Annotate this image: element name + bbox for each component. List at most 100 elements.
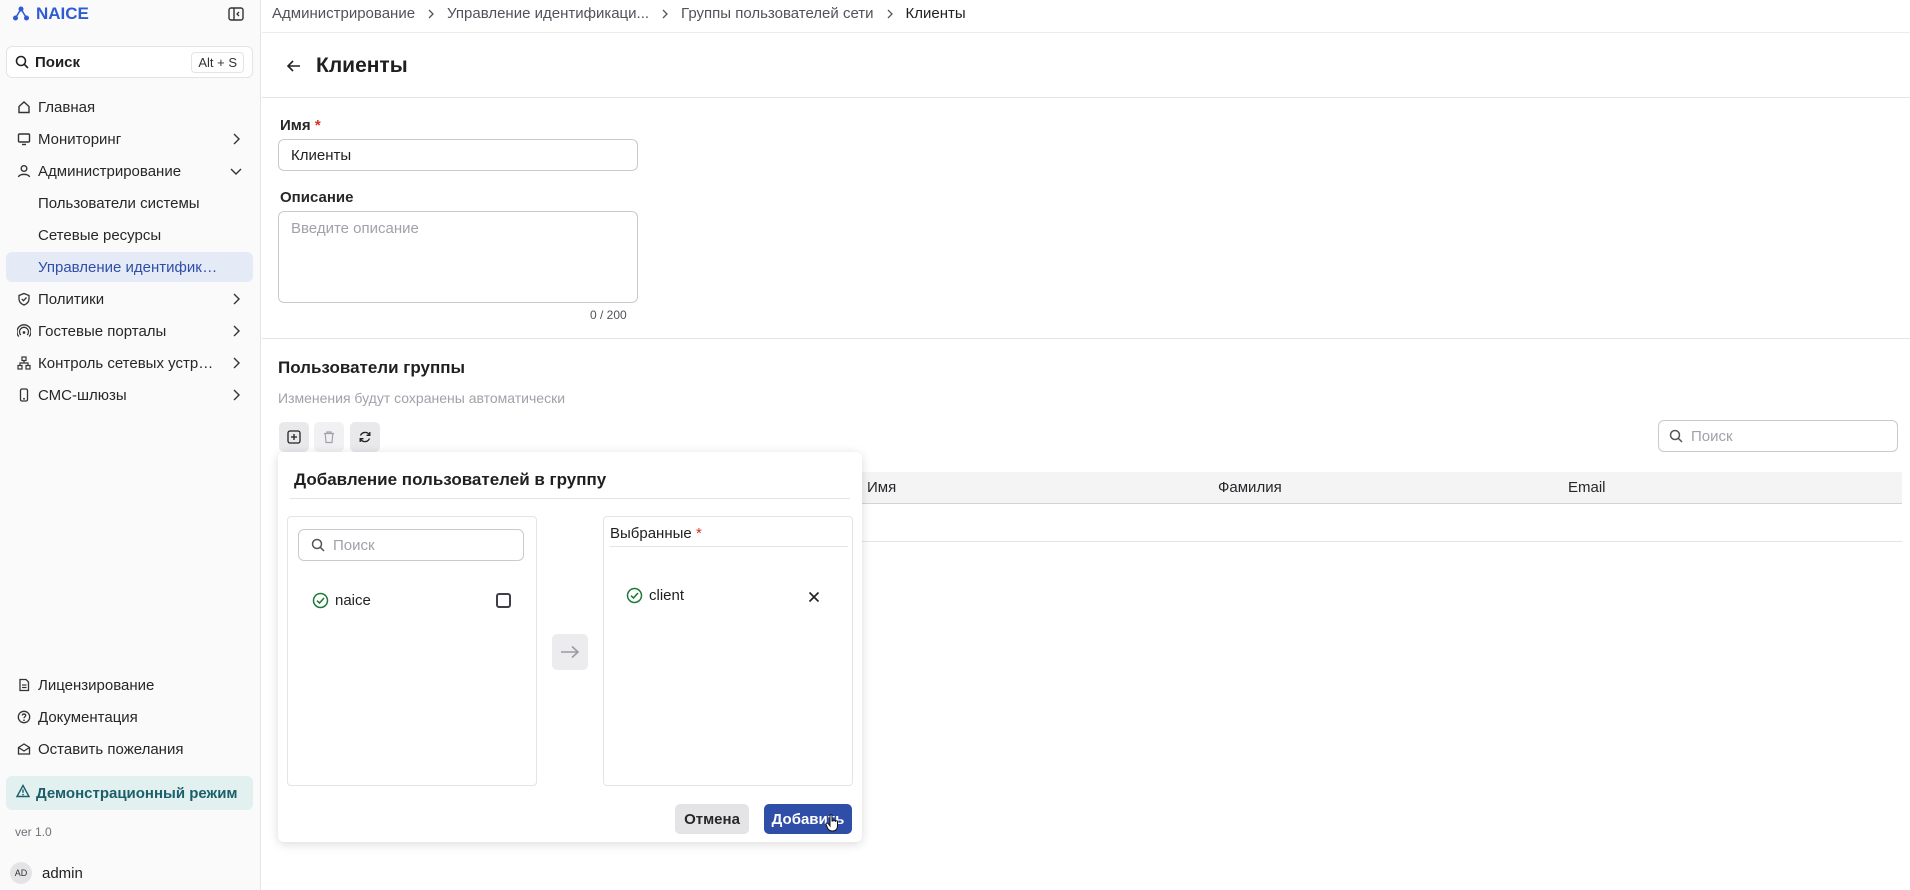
dialog-title: Добавление пользователей в группу [294,470,607,489]
sidebar-item-label: СМС-шлюзы [38,386,127,404]
cancel-button[interactable]: Отмена [675,804,749,834]
group-users-title: Пользователи группы [278,358,466,377]
sidebar-search-label: Поиск [35,53,81,71]
user-checkbox[interactable] [496,593,511,608]
breadcrumb-current: Клиенты [905,5,966,22]
selected-header: Выбранные * [610,525,848,547]
plus-square-icon [287,430,301,444]
chevron-right-icon [233,357,240,369]
sidebar-search[interactable]: Поиск Alt + S [6,46,253,78]
hand-pointer-icon [825,814,838,832]
sidebar-item-label: Лицензирование [38,676,155,694]
add-user-button[interactable] [279,422,309,452]
monitor-icon [16,131,32,147]
chevron-right-icon [428,9,434,18]
wifi-icon [16,323,32,339]
refresh-icon [359,431,371,443]
version-label: ver 1.0 [15,825,52,839]
chevron-right-icon [887,9,893,18]
sidebar-item-network-devices[interactable]: Контроль сетевых устро... [6,348,253,378]
help-icon [16,709,32,725]
search-shortcut: Alt + S [191,51,244,73]
available-search-input[interactable]: Поиск [298,529,524,561]
delete-user-button[interactable] [314,422,344,452]
list-item: client [626,587,684,604]
chevron-right-icon [233,133,240,145]
warning-icon [15,784,31,802]
user-name: naice [335,592,371,609]
user-icon [16,163,32,179]
app-logo[interactable]: NAICE [12,4,89,24]
network-icon [16,355,32,371]
sidebar-item-sms-gateways[interactable]: СМС-шлюзы [6,380,253,410]
trash-icon [324,431,334,444]
sidebar-item-licensing[interactable]: Лицензирование [6,670,253,700]
move-right-button[interactable] [552,634,588,670]
sidebar-item-label: Главная [38,98,96,116]
sidebar-item-network-resources[interactable]: Сетевые ресурсы [6,220,253,250]
page-title: Клиенты [316,54,408,77]
sidebar-item-identity-management[interactable]: Управление идентификацией [6,252,253,282]
collapse-sidebar-icon[interactable] [226,5,246,23]
sidebar: NAICE Поиск Alt + S Главная Мониторинг А… [0,0,261,890]
dialog-divider [290,498,850,499]
chevron-right-icon [662,9,668,18]
available-search-placeholder: Поиск [333,536,375,554]
sidebar-item-guest-portals[interactable]: Гостевые порталы [6,316,253,346]
description-label: Описание [280,189,354,206]
sidebar-item-system-users[interactable]: Пользователи системы [6,188,253,218]
sidebar-item-label: Сетевые ресурсы [38,226,162,244]
sidebar-item-label: Контроль сетевых устро... [38,354,218,372]
title-divider [262,97,1910,98]
list-item[interactable]: naice [312,592,371,609]
sidebar-item-home[interactable]: Главная [6,92,253,122]
breadcrumb-item[interactable]: Администрирование [272,5,415,22]
home-icon [16,99,32,115]
back-arrow-icon[interactable] [286,59,302,73]
chevron-right-icon [233,389,240,401]
breadcrumb-item[interactable]: Группы пользователей сети [681,5,874,22]
table-search-input[interactable]: Поиск [1658,420,1898,452]
phone-icon [16,387,32,403]
sidebar-item-feedback[interactable]: Оставить пожелания [6,734,253,764]
logo-icon [13,6,29,21]
search-icon [15,55,29,69]
license-icon [16,677,32,693]
sidebar-item-label: Политики [38,290,105,308]
user-menu[interactable]: AD admin [10,862,83,884]
page-header: Клиенты [286,54,408,78]
sidebar-item-monitoring[interactable]: Мониторинг [6,124,253,154]
search-icon [1669,429,1683,443]
table-search-placeholder: Поиск [1691,427,1733,445]
breadcrumb: Администрирование Управление идентификац… [272,5,966,22]
app-name: NAICE [36,4,89,23]
sidebar-item-policies[interactable]: Политики [6,284,253,314]
name-field[interactable]: Клиенты [278,139,638,171]
close-icon[interactable] [806,589,822,605]
description-counter: 0 / 200 [590,308,627,322]
search-icon [311,538,325,552]
sidebar-item-label: Оставить пожелания [38,740,184,758]
description-field[interactable]: Введите описание [278,211,638,303]
demo-mode-banner: Демонстрационный режим [6,776,253,810]
refresh-button[interactable] [350,422,380,452]
breadcrumb-item[interactable]: Управление идентификаци... [447,5,649,22]
user-name: admin [42,864,83,882]
column-header-email[interactable]: Email [1568,479,1606,496]
check-circle-icon [626,587,643,604]
column-header-first-name[interactable]: Имя [867,479,896,496]
sidebar-item-label: Мониторинг [38,130,122,148]
sidebar-item-label: Управление идентификацией [38,258,218,276]
check-circle-icon [312,592,329,609]
sidebar-item-documentation[interactable]: Документация [6,702,253,732]
mail-icon [16,741,32,757]
form-divider [262,338,1910,339]
selected-users-panel: Выбранные * client [603,516,853,786]
shield-check-icon [16,291,32,307]
chevron-down-icon [230,168,242,175]
chevron-right-icon [233,293,240,305]
selected-label: Выбранные [610,525,692,542]
column-header-last-name[interactable]: Фамилия [1218,479,1282,496]
sidebar-item-administration[interactable]: Администрирование [6,156,253,186]
name-label: Имя * [280,117,321,134]
